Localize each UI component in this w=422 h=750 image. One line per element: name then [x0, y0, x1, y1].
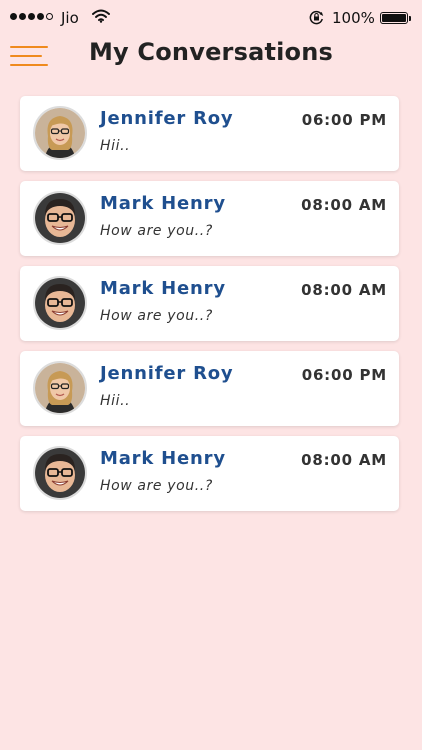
contact-name: Jennifer Roy — [100, 108, 234, 129]
avatar — [33, 361, 87, 415]
conversation-item[interactable]: Mark Henry 08:00 AM How are you..? — [20, 436, 399, 511]
orientation-lock-icon — [309, 10, 324, 29]
conversation-item[interactable]: Mark Henry 08:00 AM How are you..? — [20, 266, 399, 341]
avatar — [33, 191, 87, 245]
signal-strength-icon — [10, 13, 53, 20]
wifi-icon — [92, 9, 110, 27]
avatar — [33, 276, 87, 330]
avatar — [33, 446, 87, 500]
signal-dot — [37, 13, 44, 20]
contact-name: Mark Henry — [100, 278, 226, 299]
message-time: 06:00 PM — [301, 111, 387, 129]
message-preview: Hii.. — [100, 138, 131, 154]
conversation-item[interactable]: Jennifer Roy 06:00 PM Hii.. — [20, 351, 399, 426]
message-time: 06:00 PM — [301, 366, 387, 384]
signal-dot — [19, 13, 26, 20]
signal-dot — [10, 13, 17, 20]
message-time: 08:00 AM — [301, 281, 387, 299]
message-time: 08:00 AM — [301, 196, 387, 214]
message-preview: How are you..? — [100, 223, 213, 239]
battery-icon — [380, 12, 408, 24]
signal-dot — [28, 13, 35, 20]
status-bar: Jio 100% — [0, 0, 422, 36]
contact-name: Mark Henry — [100, 193, 226, 214]
message-time: 08:00 AM — [301, 451, 387, 469]
avatar — [33, 106, 87, 160]
signal-dot-empty — [46, 13, 53, 20]
conversation-list: Jennifer Roy 06:00 PM Hii.. Mark Henry 0… — [20, 96, 399, 521]
conversation-item[interactable]: Mark Henry 08:00 AM How are you..? — [20, 181, 399, 256]
message-preview: How are you..? — [100, 478, 213, 494]
conversation-item[interactable]: Jennifer Roy 06:00 PM Hii.. — [20, 96, 399, 171]
battery-percentage: 100% — [332, 9, 375, 27]
page-title: My Conversations — [88, 38, 334, 66]
contact-name: Jennifer Roy — [100, 363, 234, 384]
message-preview: Hii.. — [100, 393, 131, 409]
carrier-name: Jio — [61, 9, 79, 27]
battery-tip — [409, 16, 411, 21]
message-preview: How are you..? — [100, 308, 213, 324]
contact-name: Mark Henry — [100, 448, 226, 469]
